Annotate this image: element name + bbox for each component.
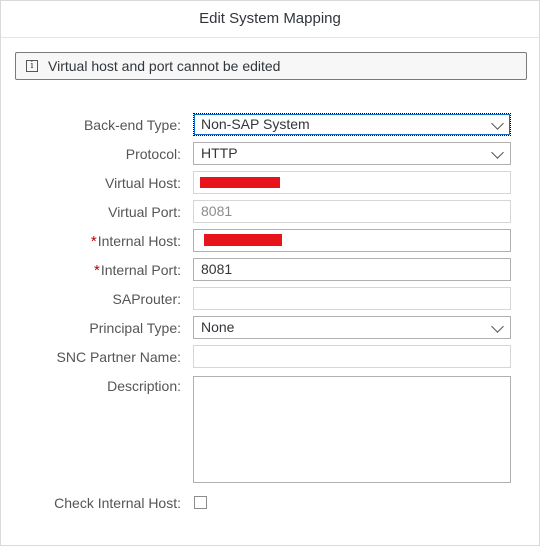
check-internal-host-checkbox[interactable] xyxy=(194,496,207,509)
form-row-internal-port: *Internal Port: 8081 xyxy=(1,258,541,282)
info-message-text: Virtual host and port cannot be edited xyxy=(48,58,281,74)
form-row-backend-type: Back-end Type: Non-SAP System xyxy=(1,113,541,137)
check-internal-host-label: Check Internal Host: xyxy=(54,495,181,511)
chevron-down-icon[interactable] xyxy=(491,146,504,159)
form-row-check-internal-host: Check Internal Host: xyxy=(1,491,541,515)
form-row-virtual-port: Virtual Port: 8081 xyxy=(1,200,541,224)
snc-partner-name-label: SNC Partner Name: xyxy=(56,349,181,365)
info-icon: i xyxy=(26,60,38,72)
edit-system-mapping-dialog: Edit System Mapping i Virtual host and p… xyxy=(0,0,540,546)
virtual-host-field xyxy=(193,171,511,194)
virtual-port-field: 8081 xyxy=(193,200,511,223)
redacted-value xyxy=(204,234,282,246)
snc-partner-name-field[interactable] xyxy=(193,345,511,368)
internal-host-label: *Internal Host: xyxy=(90,233,181,250)
form-row-internal-host: *Internal Host: xyxy=(1,229,541,253)
internal-port-field[interactable]: 8081 xyxy=(193,258,511,281)
internal-host-field[interactable] xyxy=(193,229,511,252)
chevron-down-icon[interactable] xyxy=(491,117,504,130)
principal-type-select[interactable]: None xyxy=(193,316,511,339)
description-label: Description: xyxy=(107,378,181,394)
chevron-down-icon[interactable] xyxy=(491,320,504,333)
principal-type-value: None xyxy=(201,319,235,335)
backend-type-select[interactable]: Non-SAP System xyxy=(193,113,511,136)
description-textarea[interactable] xyxy=(193,376,511,483)
protocol-value: HTTP xyxy=(201,145,238,161)
form-row-saprouter: SAProuter: xyxy=(1,287,541,311)
required-marker: * xyxy=(90,233,97,250)
principal-type-label: Principal Type: xyxy=(89,320,181,336)
virtual-port-label: Virtual Port: xyxy=(108,204,181,220)
redacted-value xyxy=(200,177,280,188)
form-row-virtual-host: Virtual Host: xyxy=(1,171,541,195)
backend-type-label: Back-end Type: xyxy=(83,117,181,133)
dialog-title: Edit System Mapping xyxy=(1,1,539,38)
backend-type-value: Non-SAP System xyxy=(201,116,310,132)
form-row-snc-partner-name: SNC Partner Name: xyxy=(1,345,541,369)
protocol-select[interactable]: HTTP xyxy=(193,142,511,165)
form-row-protocol: Protocol: HTTP xyxy=(1,142,541,166)
saprouter-field[interactable] xyxy=(193,287,511,310)
form-row-principal-type: Principal Type: None xyxy=(1,316,541,340)
required-marker: * xyxy=(94,262,100,279)
virtual-host-label: Virtual Host: xyxy=(105,175,181,191)
internal-port-label: *Internal Port: xyxy=(94,262,181,279)
protocol-label: Protocol: xyxy=(125,146,181,162)
saprouter-label: SAProuter: xyxy=(112,291,181,307)
info-message-strip: i Virtual host and port cannot be edited xyxy=(15,52,527,80)
